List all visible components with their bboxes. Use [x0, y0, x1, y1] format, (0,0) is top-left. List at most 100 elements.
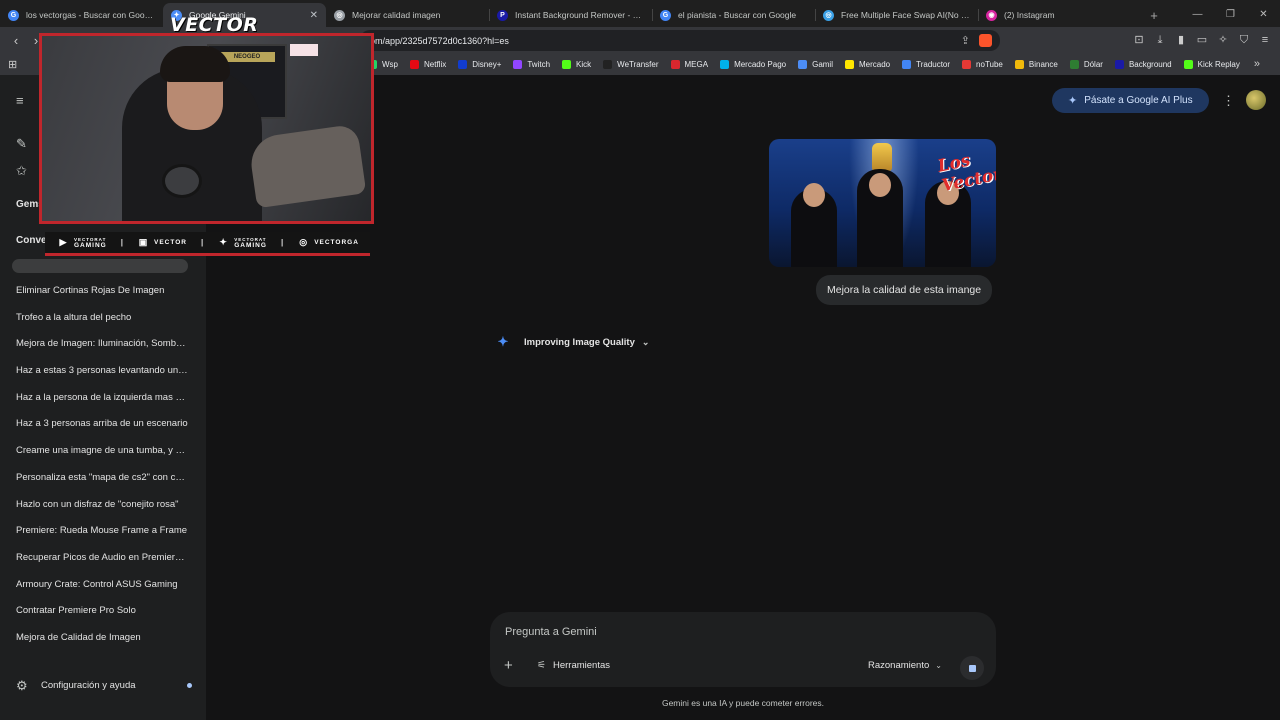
settings-and-help[interactable]: ⚙ Configuración y ayuda [16, 679, 192, 692]
bookmark-item[interactable]: Netflix [410, 59, 446, 69]
tab-title: los vectorgas - Buscar con Google [26, 10, 155, 20]
bookmark-label: Twitch [527, 59, 551, 69]
social-link: ▣ VECTOR [138, 238, 187, 247]
image-logo-text: Los Vectorgas [935, 150, 996, 197]
download-icon[interactable]: ⤓ [1153, 30, 1167, 50]
apps-grid-icon[interactable]: ⊞ [8, 58, 17, 71]
chat-list-item[interactable]: Trofeo a la altura del pecho [0, 305, 206, 332]
tab-6[interactable]: ◉ (2) Instagram [978, 3, 1141, 27]
chat-list-item[interactable]: Recuperar Picos de Audio en Premiere Pro [0, 545, 206, 572]
chat-list-item[interactable]: Haz a estas 3 personas levantando un tro… [0, 358, 206, 385]
bookmark-item[interactable]: Background [1114, 59, 1172, 69]
chevron-down-icon: ⌄ [935, 661, 942, 670]
close-tab-icon[interactable]: ✕ [310, 10, 318, 21]
gear-icon: ⚙ [16, 678, 28, 693]
menu-icon[interactable]: ≡ [1258, 30, 1272, 50]
chat-list-item[interactable]: Premiere: Rueda Mouse Frame a Frame [0, 518, 206, 545]
tab-3[interactable]: P Instant Background Remover - Remo [489, 3, 652, 27]
add-file-icon[interactable]: + [504, 657, 513, 674]
user-message: Mejora la calidad de esta imange [816, 275, 993, 305]
prompt-input[interactable]: Pregunta a Gemini [505, 626, 597, 638]
new-chat-icon[interactable]: ✎ [16, 136, 27, 152]
stop-button[interactable] [960, 656, 984, 680]
bookmark-label: Wsp [382, 59, 398, 69]
bookmark-favicon-icon [902, 59, 912, 69]
youtube-icon: ▶ [59, 237, 68, 247]
chat-list-item[interactable]: Contratar Premiere Pro Solo [0, 598, 206, 625]
bookmark-label: Binance [1028, 59, 1058, 69]
back-icon[interactable]: ‹ [6, 30, 26, 50]
mode-selector[interactable]: Razonamiento ⌄ [868, 660, 942, 671]
close-window-icon[interactable]: ✕ [1247, 3, 1280, 27]
bookmark-item[interactable]: Kick Replay [1183, 59, 1240, 69]
chat-list-item[interactable]: Mejora de Calidad de Imagen [0, 625, 206, 652]
more-options-icon[interactable]: ⋮ [1222, 93, 1235, 109]
tools-button[interactable]: ⚟ Herramientas [537, 660, 610, 671]
avatar[interactable] [1246, 90, 1266, 110]
tab-5[interactable]: ◎ Free Multiple Face Swap AI(No sign- [815, 3, 978, 27]
bookmark-item[interactable]: noTube [962, 59, 1003, 69]
upgrade-button[interactable]: ✦ Pásate a Google AI Plus [1052, 88, 1209, 113]
bookmark-item[interactable]: Traductor [902, 59, 950, 69]
bookmark-item[interactable]: Mercado Pago [720, 59, 786, 69]
chat-list-item[interactable]: Hazlo con un disfraz de "conejito rosa" [0, 492, 206, 519]
bookmark-favicon-icon [513, 59, 523, 69]
stop-icon [968, 664, 976, 672]
bookmark-item[interactable]: Kick [562, 59, 592, 69]
tab-0[interactable]: Glos vectorgas - Buscar con Google [0, 3, 163, 27]
social-link: ✦ VECTORAT GAMING [218, 237, 267, 249]
tab-4[interactable]: Gel pianista - Buscar con Google [652, 3, 815, 27]
bookmark-item[interactable]: Twitch [513, 59, 551, 69]
bookmark-item[interactable]: Mercado [844, 59, 890, 69]
tab-title: (2) Instagram [1004, 10, 1055, 20]
address-bar[interactable]: om/app/2325d7572d0c1360?hl=es ⇪ [360, 30, 1000, 51]
bookmark-favicon-icon [670, 59, 680, 69]
uploaded-image[interactable]: Los Vectorgas [769, 139, 996, 267]
minimize-icon[interactable]: — [1181, 3, 1214, 27]
instagram-icon: ◎ [299, 237, 309, 247]
bookmark-label: Gamil [812, 59, 833, 69]
chat-list-item[interactable]: Haz a la persona de la izquierda mas alt… [0, 385, 206, 412]
bookmark-label: Dólar [1083, 59, 1103, 69]
bookmark-favicon-icon [410, 59, 419, 69]
chat-list-item[interactable]: Mejora de Imagen: Iluminación, Sombras [0, 331, 206, 358]
chat-list-item[interactable]: Personaliza esta "mapa de cs2" con color… [0, 465, 206, 492]
more-bookmarks-icon[interactable]: » [1254, 58, 1260, 70]
tools-icon: ⚟ [537, 660, 546, 671]
bookmark-label: Kick [576, 59, 592, 69]
brave-shield-icon[interactable] [979, 34, 992, 47]
share-icon[interactable]: ⇪ [961, 34, 970, 47]
bookmark-favicon-icon [1114, 59, 1124, 69]
bookmark-item[interactable]: Binance [1014, 59, 1058, 69]
new-tab-button[interactable]: + [1141, 3, 1167, 27]
sidebar-toggle-icon[interactable]: ▮ [1174, 30, 1188, 50]
bookmark-item[interactable]: MEGA [670, 59, 708, 69]
webcam-overlay: NEOGEO [39, 33, 374, 224]
bookmark-label: Disney+ [472, 59, 502, 69]
chat-list-item[interactable]: Armoury Crate: Control ASUS Gaming [0, 572, 206, 599]
bookmark-item[interactable]: Dólar [1069, 59, 1103, 69]
tab-favicon-icon: ◉ [986, 9, 997, 21]
sidebar-search-bar[interactable] [12, 259, 188, 273]
leo-ai-icon[interactable]: ✧ [1216, 30, 1230, 50]
twitch-icon: ▣ [138, 237, 149, 247]
bookmark-favicon-icon [1183, 59, 1193, 69]
chat-list-item[interactable]: Creame una imagne de una tumba, y que [0, 438, 206, 465]
tab-2[interactable]: ◎ Mejorar calidad imagen [326, 3, 489, 27]
explore-gems-icon[interactable]: ✩ [16, 163, 27, 179]
screenshot-icon[interactable]: ⊡ [1132, 30, 1146, 50]
social-link: ▶ VECTORAT GAMING [58, 237, 107, 249]
bookmark-item[interactable]: WeTransfer [603, 59, 659, 69]
vpn-icon[interactable]: ⛉ [1237, 30, 1251, 50]
chat-list-item[interactable]: Eliminar Cortinas Rojas De Imagen [0, 278, 206, 305]
notification-dot [187, 683, 192, 688]
hamburger-menu-icon[interactable]: ≡ [16, 93, 24, 108]
wallet-icon[interactable]: ▭ [1195, 30, 1209, 50]
thinking-toggle[interactable]: ✦ Improving Image Quality ⌄ [495, 334, 650, 350]
bookmark-item[interactable]: Disney+ [458, 59, 502, 69]
chat-list-item[interactable]: Haz a 3 personas arriba de un escenario [0, 411, 206, 438]
bookmark-item[interactable]: Gamil [798, 59, 833, 69]
bookmark-label: WeTransfer [617, 59, 659, 69]
mode-label: Razonamiento [868, 660, 930, 671]
restore-icon[interactable]: ❐ [1214, 3, 1247, 27]
